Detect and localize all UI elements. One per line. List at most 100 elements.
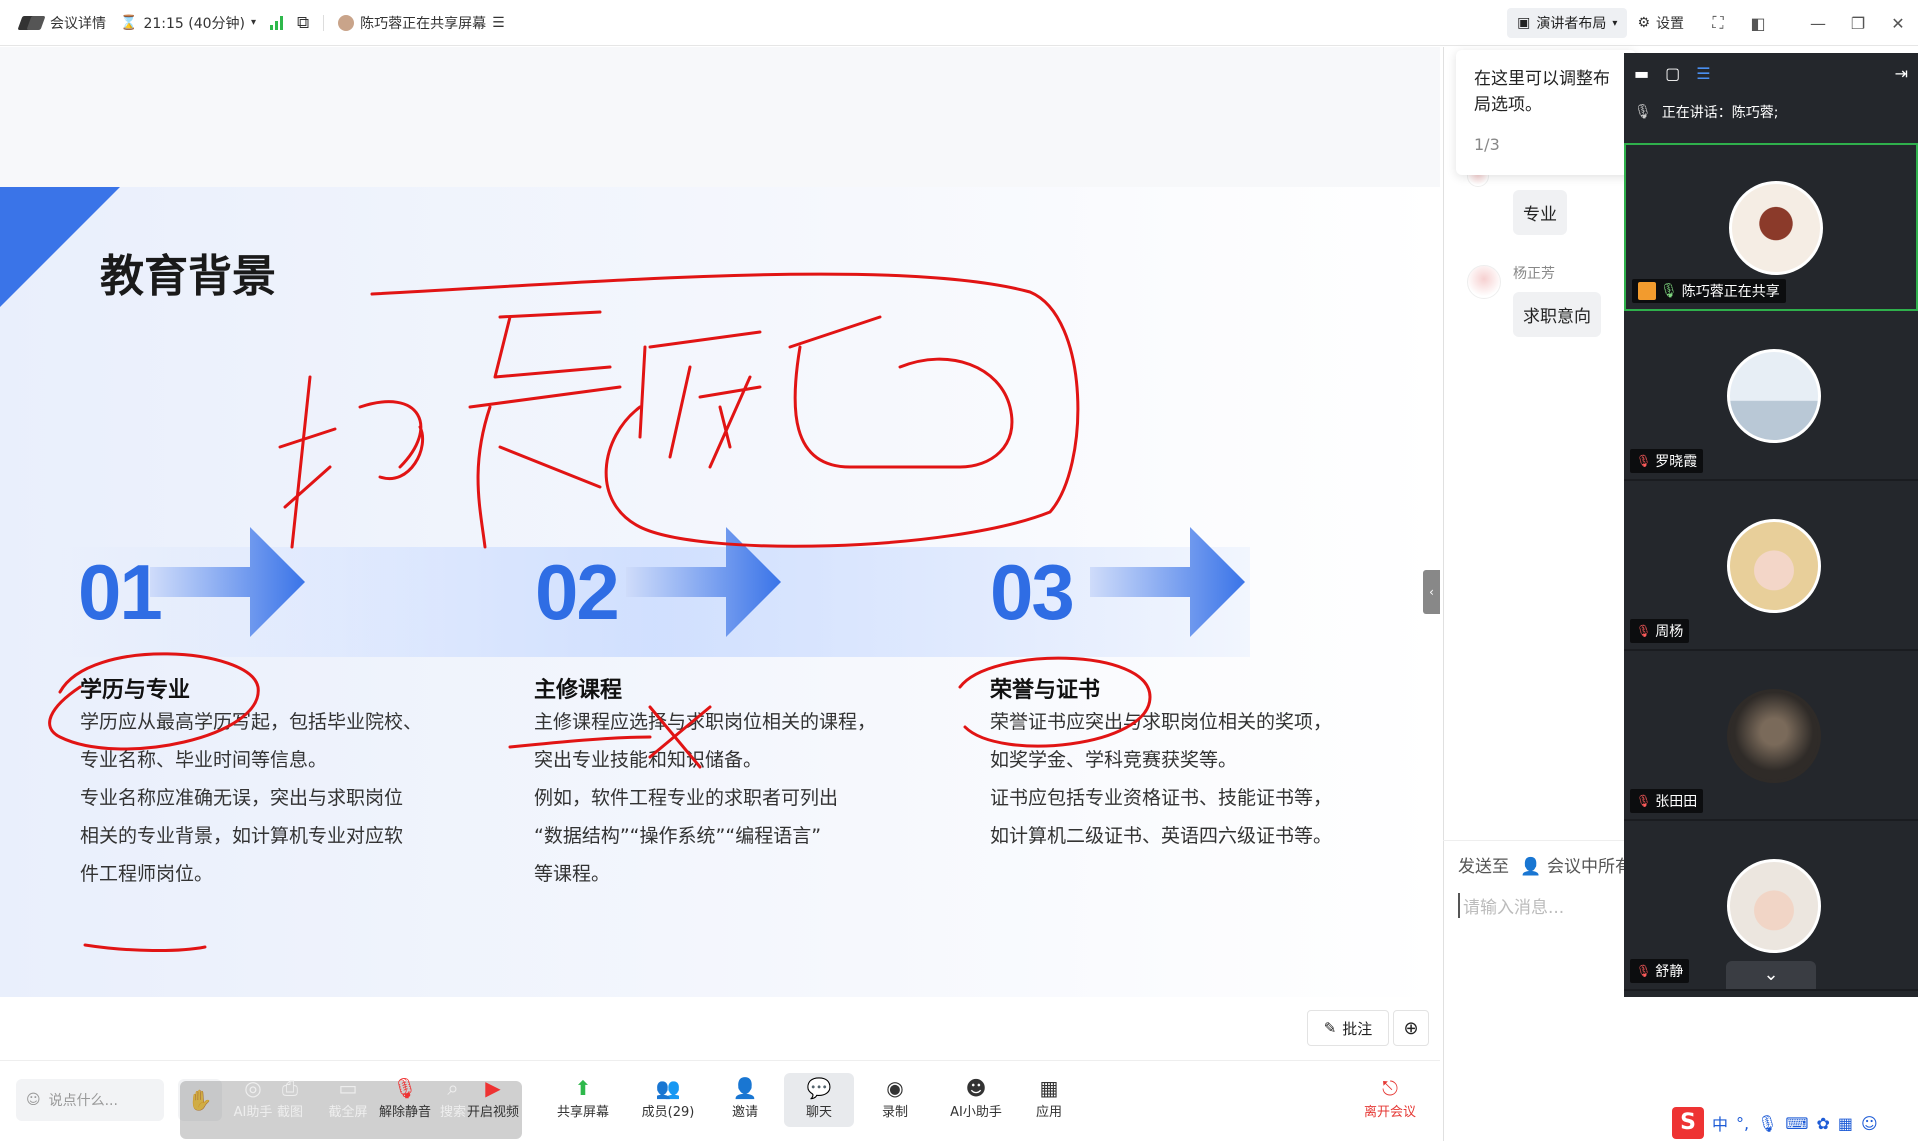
leave-label: 离开会议 <box>1363 1105 1416 1120</box>
timer-label: 21:15 (40分钟) <box>143 15 245 32</box>
window-icon[interactable]: ▢ <box>1665 64 1680 83</box>
meeting-details-button[interactable]: 会议详情 <box>18 13 106 33</box>
pen-icon: ✎ <box>1323 1019 1337 1037</box>
arrow-icon <box>626 527 781 637</box>
section-line: 主修课程应选择与求职岗位相关的课程， <box>534 711 877 733</box>
restore-button[interactable]: ❐ <box>1838 14 1878 33</box>
send-to-selector[interactable]: 发送至 👤 会议中所有人 <box>1458 852 1649 877</box>
invite-label: 邀请 <box>731 1105 758 1120</box>
video-panel: ▬ ▢ ☰ ⇥ 🎙 正在讲话：陈巧蓉; 🎙 陈巧蓉正在共享 🎙 罗晓霞 🎙 周杨 <box>1624 53 1918 997</box>
exit-icon: ⎋ <box>1382 1076 1398 1100</box>
meeting-details-label: 会议详情 <box>50 15 106 32</box>
section-line: 等课程。 <box>534 863 611 885</box>
mic-icon: 🎙 <box>1634 104 1652 120</box>
tip-page-indicator: 1/3 <box>1474 135 1500 154</box>
members-button[interactable]: 👥 成员(29) <box>632 1075 704 1120</box>
network-signal[interactable] <box>270 15 284 30</box>
participant-tile[interactable]: 🎙 张田田 <box>1624 653 1918 821</box>
participant-tag: 🎙 舒静 <box>1630 959 1690 983</box>
meeting-timer[interactable]: ⌛ 21:15 (40分钟) ▾ <box>120 13 256 33</box>
minimize-icon: — <box>1810 13 1826 33</box>
layout-button[interactable]: ▣ 演讲者布局 ▾ <box>1507 8 1628 38</box>
avatar <box>1727 519 1821 613</box>
participant-name: 陈巧蓉正在共享 <box>1681 284 1780 300</box>
record-button[interactable]: ◉ 录制 <box>860 1075 930 1120</box>
chat-icon: 💬 <box>806 1076 832 1100</box>
section-line: 例如，软件工程专业的求职者可列出 <box>534 787 839 809</box>
collapse-sidebar-button[interactable]: ‹ <box>1423 570 1440 614</box>
tip-text: 在这里可以调整布局选项。 <box>1474 69 1610 115</box>
ime-toolbar[interactable]: S 中 °, 🎙 ⌨ ✿ ▦ ☺ <box>1668 1106 1916 1140</box>
leave-meeting-button[interactable]: ⎋ 离开会议 <box>1352 1075 1428 1120</box>
add-user-icon: 👤 <box>732 1076 758 1100</box>
apps-button[interactable]: ▦ 应用 <box>1014 1075 1084 1120</box>
start-video-label: 开启视频 <box>466 1105 519 1120</box>
section-title: 荣誉与证书 <box>990 678 1101 703</box>
sidebar-icon: ◧ <box>1750 13 1766 33</box>
more-icon: ☺ <box>1861 1113 1878 1133</box>
robot-icon: ☻ <box>965 1076 987 1100</box>
avatar <box>1729 181 1823 275</box>
chevron-down-icon: ⌄ <box>1763 964 1779 985</box>
layout-icon: ▣ <box>1517 15 1531 31</box>
section-line: 如奖学金、学科竞赛获奖等。 <box>990 749 1238 771</box>
panel-menu-icon[interactable]: ⇥ <box>1895 64 1908 83</box>
ai-helper-button[interactable]: ☻ AI小助手 <box>936 1075 1016 1120</box>
share-screen-icon: ⬆ <box>574 1076 592 1100</box>
send-to-label: 发送至 <box>1458 857 1509 877</box>
chat-message-input[interactable]: 请输入消息... <box>1458 893 1564 918</box>
popout-button[interactable]: ⧉ <box>297 13 309 33</box>
top-bar: 会议详情 ⌛ 21:15 (40分钟) ▾ ⧉ 陈巧蓉正在共享屏幕 ☰ ▣ 演讲… <box>0 0 1918 46</box>
settings-button[interactable]: ⚙ 设置 <box>1637 13 1684 33</box>
section-line: 相关的专业背景，如计算机专业对应软 <box>80 825 404 847</box>
speaking-label: 正在讲话：陈巧蓉; <box>1661 105 1779 121</box>
capture-fullscreen-label: 截全屏 <box>328 1105 368 1120</box>
annotate-button[interactable]: ✎ 批注 <box>1307 1010 1389 1046</box>
start-video-button[interactable]: ▶ 开启视频 <box>458 1075 528 1120</box>
section-title: 学历与专业 <box>80 678 191 703</box>
section-line: 专业名称、毕业时间等信息。 <box>80 749 328 771</box>
participant-tile[interactable]: 🎙 罗晓霞 <box>1624 313 1918 481</box>
invite-button[interactable]: 👤 邀请 <box>710 1075 780 1120</box>
section-line: 件工程师岗位。 <box>80 863 214 885</box>
section-line: “数据结构”“操作系统”“编程语言” <box>534 825 822 847</box>
sogou-logo-icon: S <box>1672 1107 1704 1139</box>
sharing-status[interactable]: 陈巧蓉正在共享屏幕 ☰ <box>338 13 505 33</box>
minimize-button[interactable]: — <box>1798 14 1838 33</box>
keyboard-icon: ⌨ <box>1785 1113 1809 1133</box>
screenshot-button[interactable]: ⎙ 截图 <box>265 1075 315 1120</box>
layout-tip-popup: 在这里可以调整布局选项。 1/3 <box>1456 50 1636 175</box>
section-line: 证书应包括专业资格证书、技能证书等， <box>990 787 1333 809</box>
zoom-in-icon: ⊕ <box>1403 1017 1419 1039</box>
show-more-button[interactable]: ⌄ <box>1726 961 1816 989</box>
screen-icon: ▭ <box>338 1076 358 1100</box>
toolbox-icon: ▦ <box>1837 1113 1854 1133</box>
sharing-status-label: 陈巧蓉正在共享屏幕 <box>360 15 487 32</box>
arrow-icon <box>1090 527 1245 637</box>
section-line: 学历应从最高学历写起，包括毕业院校、 <box>80 711 423 733</box>
annotate-label: 批注 <box>1342 1019 1373 1038</box>
close-button[interactable]: ✕ <box>1878 14 1918 33</box>
mic-off-icon: 🎙 <box>1636 454 1652 468</box>
slide-title: 教育背景 <box>100 251 276 302</box>
zoom-button[interactable]: ⊕ <box>1393 1010 1429 1046</box>
share-screen-button[interactable]: ⬆ 共享屏幕 <box>548 1075 618 1120</box>
sidebar-toggle-button[interactable]: ◧ <box>1738 14 1778 33</box>
section-line: 专业名称应准确无误，突出与求职岗位 <box>80 787 404 809</box>
section-body: 主修课程应选择与求职岗位相关的课程， 突出专业技能和知识储备。 例如，软件工程专… <box>534 703 876 893</box>
minimize-panel-icon[interactable]: ▬ <box>1634 64 1649 83</box>
participant-tile[interactable]: 🎙 陈巧蓉正在共享 <box>1624 143 1918 311</box>
restore-icon: ❐ <box>1850 13 1866 33</box>
fullscreen-button[interactable]: ⛶ <box>1698 13 1738 33</box>
capture-fullscreen-button[interactable]: ▭ 截全屏 <box>320 1075 376 1120</box>
participant-tile[interactable]: 🎙 周杨 <box>1624 483 1918 651</box>
participant-tag: 🎙 张田田 <box>1630 789 1704 813</box>
say-something-input[interactable]: ☺ 说点什么... <box>16 1079 164 1121</box>
list-view-icon[interactable]: ☰ <box>1696 64 1710 83</box>
chat-message-text: 求职意向 <box>1523 307 1591 327</box>
screenshot-label: 截图 <box>276 1105 303 1120</box>
participant-name: 罗晓霞 <box>1655 454 1698 470</box>
chat-button[interactable]: 💬 聊天 <box>784 1073 854 1127</box>
participant-tile[interactable]: 🎙 舒静 ⌄ <box>1624 823 1918 991</box>
section-number: 02 <box>535 548 620 636</box>
